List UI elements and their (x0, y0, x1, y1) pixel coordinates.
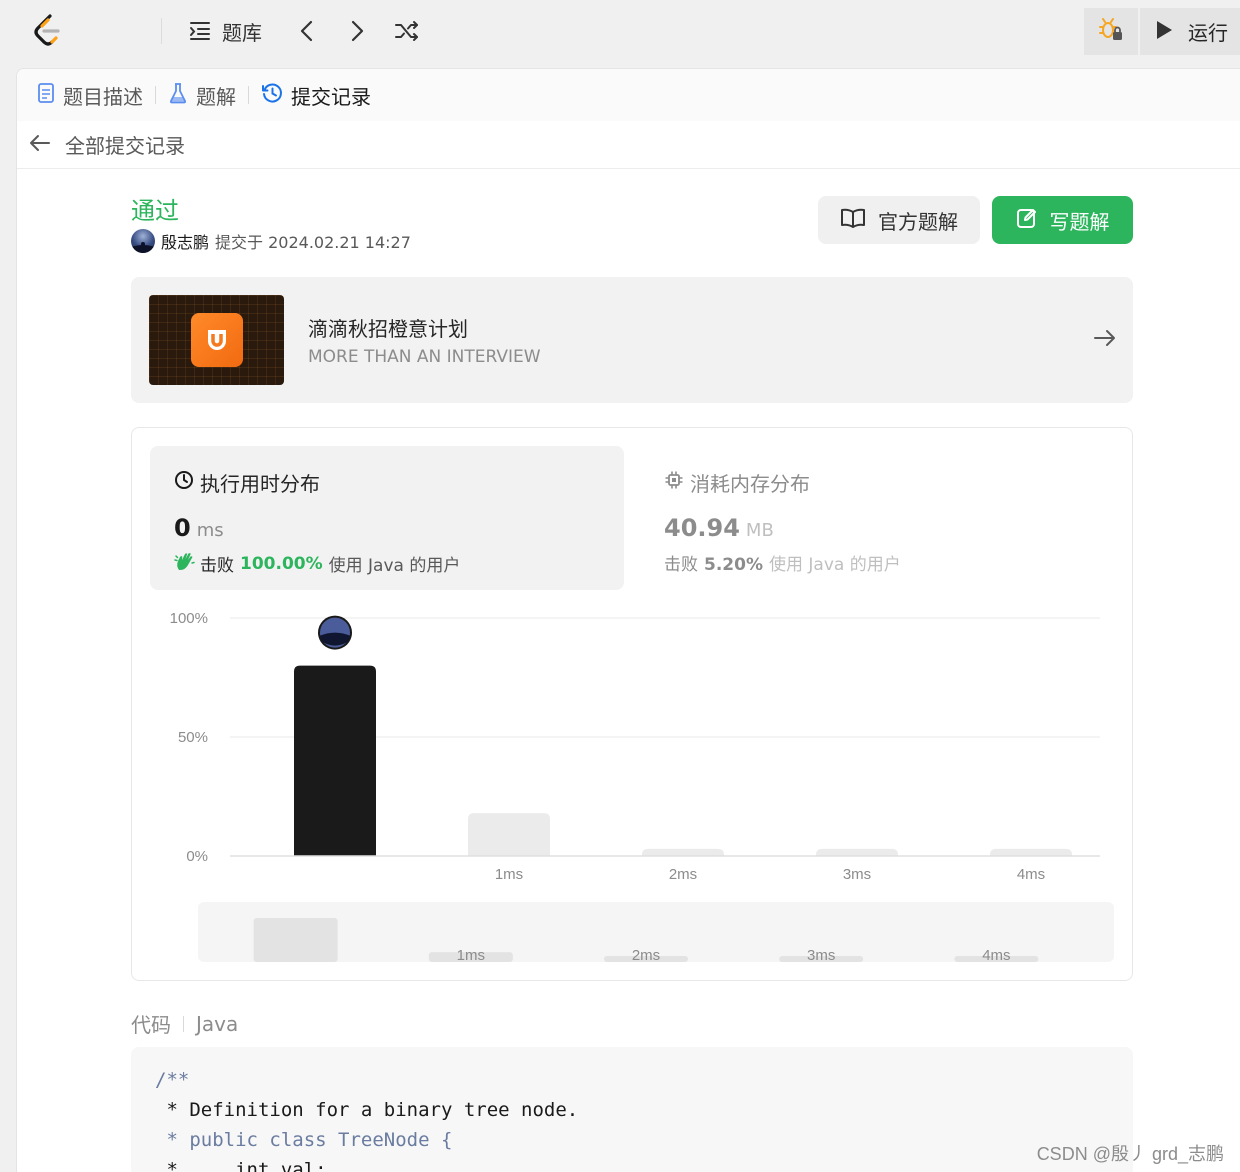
list-indent-icon (188, 20, 212, 42)
chevron-left-icon (298, 20, 316, 42)
overview-tick-label: 1ms (457, 947, 485, 964)
chart-bar (294, 665, 376, 856)
arrow-right-icon (1093, 327, 1117, 353)
overview-tick-label: 4ms (982, 947, 1010, 964)
run-label: 运行 (1188, 21, 1228, 45)
username[interactable]: 殷志鹏 (161, 229, 209, 253)
code-line: /** (155, 1069, 190, 1091)
overview-tick-label: 2ms (632, 947, 660, 964)
tab-divider (248, 86, 249, 104)
overview-tick-label: 3ms (807, 947, 835, 964)
code-header: 代码 Java (131, 1009, 238, 1038)
tab-description[interactable]: 题目描述 (37, 81, 143, 110)
didi-logo-icon (191, 313, 243, 367)
prev-problem-button[interactable] (298, 16, 316, 46)
write-solution-button[interactable]: 写题解 (992, 196, 1133, 244)
play-icon (1154, 19, 1174, 45)
write-solution-label: 写题解 (1049, 209, 1110, 234)
submission-status: 通过 (131, 197, 179, 225)
flask-icon (168, 82, 188, 109)
back-to-all-submissions[interactable]: 全部提交记录 (17, 121, 1240, 169)
x-tick-label: 3ms (843, 866, 871, 883)
code-line: * Definition for a binary tree node. (155, 1099, 579, 1121)
chart-bar (468, 813, 550, 856)
tab-description-label: 题目描述 (63, 84, 143, 109)
runtime-distribution-chart[interactable]: 100% 50% 0% 1ms 2ms 3ms 4ms 1ms 2ms 3ms 4ms (132, 428, 1132, 980)
code-label: 代码 (131, 1013, 171, 1037)
back-label: 全部提交记录 (65, 134, 185, 158)
official-solution-button[interactable]: 官方题解 (818, 196, 980, 244)
document-icon (37, 82, 55, 109)
tab-submissions-label: 提交记录 (291, 84, 371, 109)
tab-submissions[interactable]: 提交记录 (261, 81, 371, 110)
submission-meta: 殷志鹏 提交于 2024.02.21 14:27 (131, 229, 411, 253)
random-problem-button[interactable] (394, 16, 420, 46)
promo-subtitle: MORE THAN AN INTERVIEW (308, 347, 541, 367)
code-line: * public class TreeNode { (155, 1129, 453, 1151)
promo-title: 滴滴秋招橙意计划 (308, 317, 468, 341)
y-tick-label: 100% (170, 610, 208, 627)
book-open-icon (840, 207, 866, 234)
code-block[interactable]: /** * Definition for a binary tree node.… (131, 1047, 1133, 1172)
shuffle-icon (394, 20, 420, 42)
submitted-time: 提交于 2024.02.21 14:27 (215, 233, 411, 252)
tab-divider (155, 86, 156, 104)
code-language: Java (196, 1011, 239, 1036)
top-bar: 题库 运行 (0, 0, 1240, 62)
bug-lock-icon (1098, 17, 1124, 47)
topbar-divider (161, 18, 162, 44)
problem-bank-button[interactable]: 题库 (188, 16, 262, 46)
code-header-divider (183, 1015, 184, 1032)
leetcode-logo-icon[interactable] (32, 14, 64, 48)
tab-solutions-label: 题解 (196, 84, 236, 109)
y-tick-label: 0% (186, 848, 208, 865)
edit-icon (1016, 207, 1038, 234)
overview-bar (253, 918, 338, 962)
next-problem-button[interactable] (348, 16, 366, 46)
x-tick-label: 2ms (669, 866, 697, 883)
chart-bar (816, 848, 898, 856)
code-line: * int val; (155, 1159, 327, 1172)
performance-stats: 执行用时分布 0 ms 击败 100.00% 使用 Java 的用户 消耗内存分布… (131, 427, 1133, 981)
arrow-left-icon (29, 134, 51, 156)
x-tick-label: 1ms (495, 866, 523, 883)
problem-bank-label: 题库 (222, 20, 262, 45)
tab-solutions[interactable]: 题解 (168, 81, 236, 110)
run-button[interactable]: 运行 (1140, 8, 1240, 55)
chevron-right-icon (348, 20, 366, 42)
y-tick-label: 50% (178, 729, 208, 746)
promo-banner[interactable]: 滴滴秋招橙意计划 MORE THAN AN INTERVIEW (131, 277, 1133, 403)
chart-bar (642, 848, 724, 856)
debug-button[interactable] (1084, 8, 1138, 55)
promo-banner-image (149, 295, 284, 385)
panel-tabs: 题目描述 题解 提交记录 (17, 69, 1240, 121)
chart-bar (990, 848, 1072, 856)
run-toolbar: 运行 (1084, 8, 1240, 55)
history-icon (261, 82, 283, 109)
official-solution-label: 官方题解 (878, 209, 958, 234)
x-tick-label: 4ms (1017, 866, 1045, 883)
submission-panel: 题目描述 题解 提交记录 全部提交记录 通过 殷志鹏 提交于 2024.02.2… (16, 68, 1240, 1172)
avatar[interactable] (131, 229, 155, 253)
watermark: CSDN @殷丿 grd_志鹏 (1036, 1144, 1224, 1164)
